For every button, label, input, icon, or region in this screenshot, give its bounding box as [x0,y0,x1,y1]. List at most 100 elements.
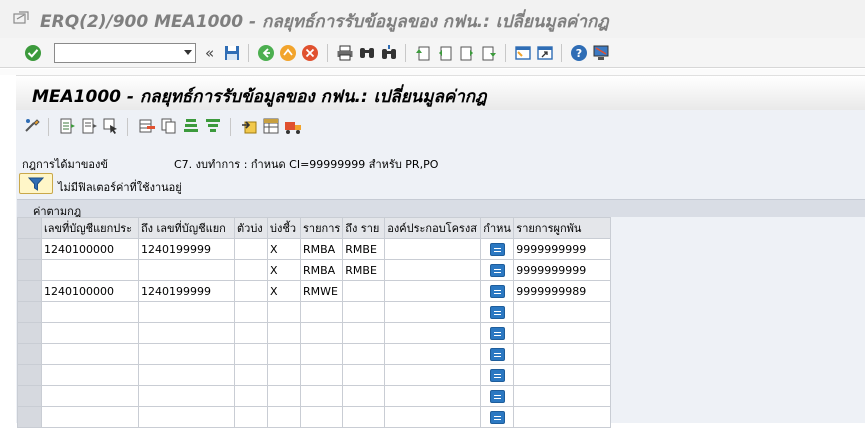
table-cell[interactable] [267,406,301,428]
table-cell[interactable] [299,343,344,365]
table-cell[interactable] [234,238,268,260]
table-cell[interactable] [267,343,301,365]
save-icon[interactable] [223,44,241,62]
table-cell-action[interactable] [480,280,515,302]
table-cell[interactable]: RMWE [299,280,344,302]
table-cell[interactable] [267,301,301,323]
table-cell[interactable] [513,322,612,344]
table-cell[interactable] [234,364,268,386]
copy-icon[interactable] [160,117,178,135]
collapse-toolbar-icon[interactable]: « [205,44,214,62]
find-icon[interactable] [358,44,376,62]
delete-row-icon[interactable] [138,117,156,135]
table-row[interactable] [17,343,612,365]
table-cell[interactable] [234,322,268,344]
table-row[interactable] [17,385,612,407]
row-selector[interactable] [17,343,42,365]
select-icon[interactable] [102,117,120,135]
table-cell[interactable]: 9999999999 [513,259,612,281]
customize-layout-icon[interactable] [592,44,610,62]
table-row[interactable] [17,364,612,386]
column-header[interactable]: บ่งชี้ว [267,217,301,239]
table-cell[interactable] [41,343,139,365]
table-cell[interactable]: RMBA [299,259,344,281]
table-cell[interactable] [138,406,235,428]
table-cell-action[interactable] [480,364,515,386]
table-cell[interactable]: X [267,238,301,260]
table-cell[interactable] [267,385,301,407]
table-cell[interactable] [267,364,301,386]
table-cell[interactable] [513,343,612,365]
table-cell[interactable] [41,259,139,281]
column-header[interactable]: รายการผูกพัน [513,217,612,239]
find-next-icon[interactable] [380,44,398,62]
table-row[interactable] [17,301,612,323]
table-cell[interactable] [234,406,268,428]
table-cell-action[interactable] [480,301,515,323]
table-view-icon[interactable] [262,117,280,135]
row-selector[interactable] [17,301,42,323]
table-cell[interactable] [384,343,482,365]
table-row[interactable]: 1240100000 1240199999 X RMBA RMBE 9999999999 [17,238,612,260]
first-page-icon[interactable] [414,44,432,62]
table-cell[interactable] [342,406,386,428]
cancel-icon[interactable] [301,44,319,62]
table-cell[interactable] [299,364,344,386]
menu-icon[interactable] [13,11,29,25]
table-cell[interactable] [513,301,612,323]
details-button-icon[interactable] [489,326,505,340]
table-cell[interactable]: RMBA [299,238,344,260]
row-selector[interactable] [17,238,42,260]
column-header[interactable]: ถึง เลขที่บัญชีแยก [138,217,235,239]
row-selector[interactable] [17,259,42,281]
table-cell[interactable] [299,301,344,323]
table-cell[interactable] [299,406,344,428]
print-icon[interactable] [336,44,354,62]
table-cell[interactable] [384,385,482,407]
column-header[interactable]: กำหน [480,217,515,239]
table-cell[interactable]: 1240199999 [138,238,235,260]
details-icon[interactable] [58,117,76,135]
select-all-cell[interactable] [17,217,42,239]
table-cell[interactable] [342,322,386,344]
table-cell[interactable] [234,385,268,407]
details-button-icon[interactable] [489,410,505,424]
chevron-down-icon[interactable] [184,50,192,55]
sort-icon[interactable] [182,117,200,135]
table-cell[interactable] [384,364,482,386]
column-header[interactable]: เลขที่บัญชีแยกประ [41,217,139,239]
table-cell[interactable] [138,343,235,365]
table-cell[interactable] [41,364,139,386]
table-cell[interactable] [384,301,482,323]
table-cell[interactable] [384,238,482,260]
row-selector[interactable] [17,406,42,428]
table-cell-action[interactable] [480,385,515,407]
details-button-icon[interactable] [489,347,505,361]
shortcut-icon[interactable] [536,44,554,62]
table-cell[interactable] [342,343,386,365]
table-cell[interactable] [41,301,139,323]
table-cell[interactable]: RMBE [342,238,386,260]
row-selector[interactable] [17,322,42,344]
table-cell[interactable] [384,406,482,428]
table-cell-action[interactable] [480,406,515,428]
details-button-icon[interactable] [489,242,505,256]
table-cell[interactable] [299,322,344,344]
filter-button[interactable] [19,173,53,194]
table-cell[interactable]: RMBE [342,259,386,281]
row-selector[interactable] [17,364,42,386]
last-page-icon[interactable] [480,44,498,62]
command-field[interactable] [54,43,196,63]
table-cell[interactable] [234,259,268,281]
table-row[interactable] [17,406,612,428]
details-alt-icon[interactable] [80,117,98,135]
row-selector[interactable] [17,385,42,407]
table-cell[interactable] [513,364,612,386]
details-button-icon[interactable] [489,263,505,277]
column-header[interactable]: ถึง ราย [342,217,386,239]
table-cell[interactable] [384,280,482,302]
table-cell[interactable] [234,301,268,323]
table-cell[interactable] [342,301,386,323]
row-selector[interactable] [17,280,42,302]
command-input[interactable] [55,44,175,62]
